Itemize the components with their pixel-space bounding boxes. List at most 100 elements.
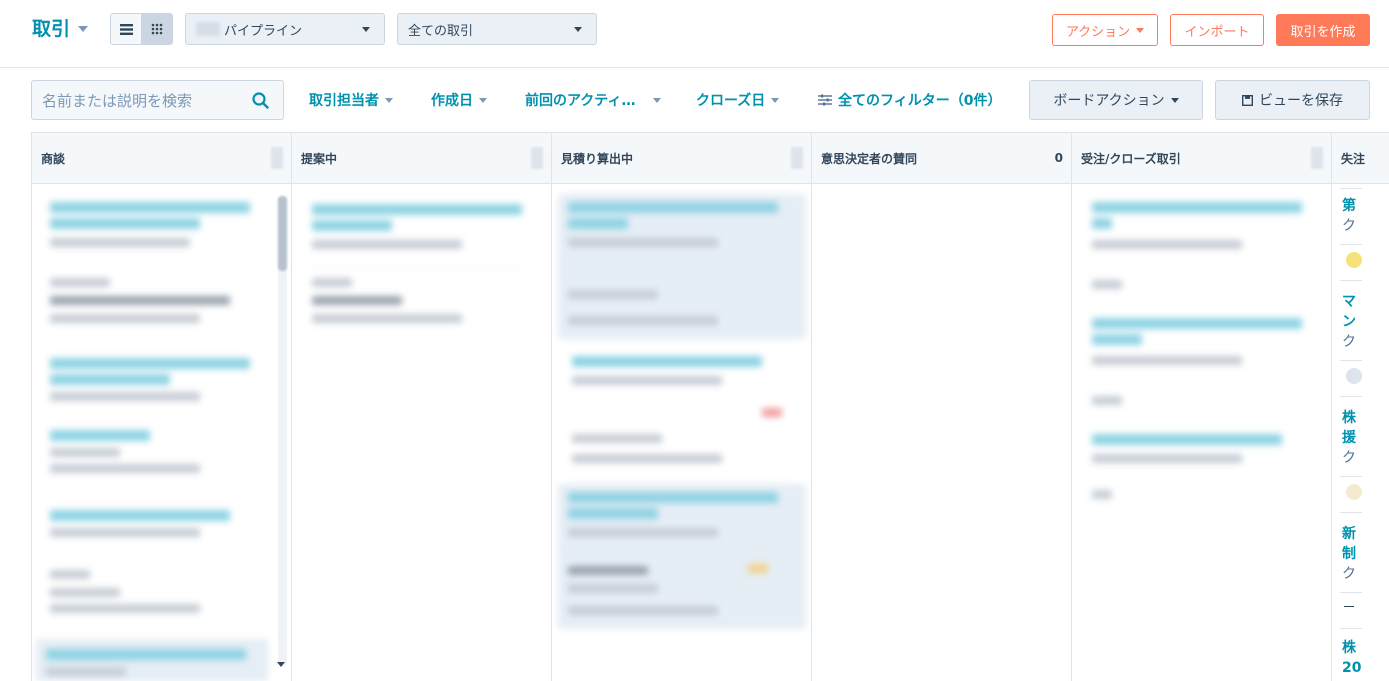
board-column: 失注 第 ク マ ン ク 株 援 ク 新 制 ク 株 20 — [1332, 133, 1389, 681]
column-body: 第 ク マ ン ク 株 援 ク 新 制 ク 株 20 — [1332, 184, 1389, 681]
list-icon — [119, 23, 133, 35]
sliders-icon — [818, 94, 832, 106]
actions-button-label: アクション — [1065, 24, 1131, 40]
scrollbar-thumb[interactable] — [278, 196, 287, 271]
deal-card[interactable]: 第 ク — [1342, 196, 1372, 236]
column-title: 失注 — [1341, 151, 1366, 166]
search-input[interactable]: 名前または説明を検索 — [31, 80, 284, 120]
deal-card[interactable] — [40, 194, 272, 264]
column-header: 意思決定者の賛同 0 — [812, 133, 1071, 184]
deal-card[interactable]: マ ン ク — [1342, 292, 1372, 352]
column-count — [271, 147, 283, 169]
view-toggle — [110, 13, 173, 45]
chevron-down-icon — [78, 25, 89, 32]
board-column: 意思決定者の賛同 0 — [812, 133, 1072, 681]
page-header: 取引 パイプライン 全ての取引 アクション インポート 取引を作成 — [0, 0, 1389, 68]
column-header: 失注 — [1332, 133, 1389, 184]
grid-icon — [151, 23, 163, 35]
deal-card[interactable] — [558, 194, 806, 339]
search-placeholder: 名前または説明を検索 — [42, 91, 193, 110]
deal-card[interactable] — [40, 564, 272, 626]
create-deal-button-label: 取引を作成 — [1290, 24, 1356, 40]
all-filters-button[interactable]: 全てのフィルター（0件） — [818, 90, 1001, 110]
column-header: 見積り算出中 — [552, 133, 811, 184]
column-header: 提案中 — [292, 133, 551, 184]
deal-card[interactable]: 株 20 — [1342, 638, 1372, 678]
import-button[interactable]: インポート — [1170, 14, 1264, 46]
save-view-button[interactable]: ビューを保存 — [1215, 80, 1370, 120]
column-header: 商談 — [32, 133, 291, 184]
create-deal-button[interactable]: 取引を作成 — [1276, 14, 1370, 46]
deal-card[interactable] — [40, 272, 272, 342]
chevron-down-icon — [1136, 27, 1145, 33]
column-title: 商談 — [41, 151, 66, 166]
column-title: 受注/クローズ取引 — [1081, 151, 1181, 166]
deal-card[interactable] — [302, 196, 537, 341]
close-date-filter[interactable]: クローズ日 — [696, 90, 780, 110]
owner-filter[interactable]: 取引担当者 — [309, 90, 393, 110]
import-button-label: インポート — [1184, 24, 1250, 40]
company-logo — [1346, 252, 1362, 268]
deal-title: 株 — [1342, 640, 1356, 656]
deal-title: マ — [1342, 294, 1356, 310]
deal-title: ン — [1342, 314, 1356, 330]
deal-close-date: ク — [1342, 334, 1356, 350]
deal-close-date: ク — [1342, 566, 1356, 582]
column-body — [1072, 184, 1331, 681]
deal-title: 20 — [1342, 660, 1362, 676]
last-activity-filter-label: 前回のアクティ… — [525, 93, 636, 109]
chevron-down-icon — [771, 97, 780, 103]
close-date-filter-label: クローズ日 — [696, 93, 766, 109]
search-icon — [252, 92, 269, 109]
deal-title: 株 — [1342, 410, 1356, 426]
deal-card[interactable] — [1082, 194, 1317, 512]
chevron-down-icon — [653, 97, 662, 103]
column-body — [812, 184, 1071, 681]
deal-card[interactable] — [40, 504, 272, 544]
actions-button[interactable]: アクション — [1052, 14, 1158, 46]
column-body — [32, 184, 291, 681]
chevron-down-icon — [362, 27, 370, 32]
page-title-dropdown[interactable]: 取引 — [32, 14, 89, 41]
column-title: 見積り算出中 — [561, 151, 634, 166]
deal-close-date: ク — [1342, 218, 1356, 234]
created-date-filter[interactable]: 作成日 — [431, 90, 487, 110]
board-column: 提案中 — [292, 133, 552, 681]
save-view-label: ビューを保存 — [1259, 93, 1343, 109]
created-date-filter-label: 作成日 — [431, 93, 473, 109]
pipeline-select[interactable]: パイプライン — [185, 13, 385, 45]
scroll-down-icon[interactable] — [277, 662, 285, 667]
avatar — [1346, 368, 1362, 384]
chevron-down-icon — [1170, 97, 1179, 103]
board-actions-button[interactable]: ボードアクション — [1029, 80, 1203, 120]
column-title: 意思決定者の賛同 — [821, 151, 918, 166]
owner-filter-label: 取引担当者 — [309, 93, 379, 109]
all-filters-label: 全てのフィルター（0件） — [838, 93, 1002, 109]
redacted-text — [196, 22, 220, 36]
deal-card[interactable] — [562, 350, 802, 470]
board-column: 商談 — [32, 133, 292, 681]
deal-card[interactable] — [558, 484, 806, 629]
list-view-button[interactable] — [111, 14, 142, 44]
deals-filter-select[interactable]: 全ての取引 — [397, 13, 597, 45]
board-view-button[interactable] — [141, 14, 172, 44]
deal-title: 制 — [1342, 546, 1356, 562]
column-count — [791, 147, 803, 169]
deal-close-date: ク — [1342, 450, 1356, 466]
column-count — [531, 147, 543, 169]
deal-title: 第 — [1342, 198, 1356, 214]
chevron-down-icon — [574, 27, 582, 32]
deal-card[interactable] — [36, 639, 268, 681]
deal-card[interactable]: 新 制 ク — [1342, 524, 1372, 584]
column-header: 受注/クローズ取引 — [1072, 133, 1331, 184]
column-body — [552, 184, 811, 681]
column-title: 提案中 — [301, 151, 338, 166]
board-column: 受注/クローズ取引 — [1072, 133, 1332, 681]
deal-card[interactable]: 株 援 ク — [1342, 408, 1372, 468]
deal-card[interactable] — [40, 424, 272, 486]
deal-title: 新 — [1342, 526, 1356, 542]
company-logo — [1346, 484, 1362, 500]
last-activity-filter[interactable]: 前回のアクティ… — [525, 90, 662, 110]
deal-card[interactable] — [40, 352, 272, 412]
chevron-down-icon — [479, 97, 487, 103]
